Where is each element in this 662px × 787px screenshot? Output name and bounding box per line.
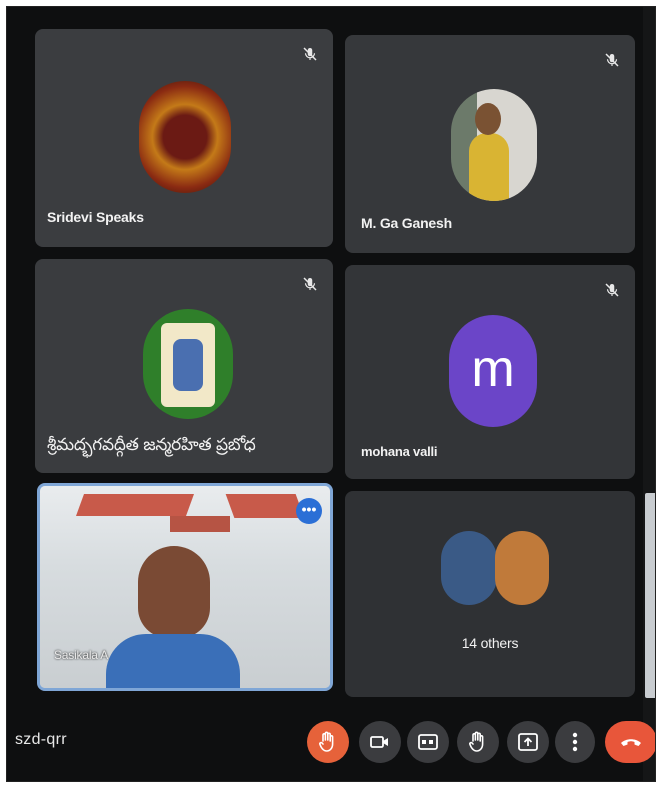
mic-off-icon bbox=[605, 53, 619, 67]
participant-name: mohana valli bbox=[361, 444, 438, 459]
participant-tile-active[interactable]: ••• Sasikala A bbox=[37, 483, 333, 691]
participant-tile[interactable]: Sridevi Speaks bbox=[35, 29, 333, 247]
participant-avatar: m bbox=[449, 315, 537, 427]
participant-tile[interactable]: m mohana valli bbox=[345, 265, 635, 479]
mic-off-icon bbox=[303, 277, 317, 291]
others-tile[interactable]: 14 others bbox=[345, 491, 635, 697]
captions-button[interactable] bbox=[407, 721, 449, 763]
participant-name: Sridevi Speaks bbox=[47, 209, 144, 225]
avatar-initial: m bbox=[471, 340, 515, 398]
participant-avatar bbox=[139, 81, 231, 193]
leave-call-button[interactable] bbox=[605, 721, 655, 763]
hand-icon bbox=[469, 731, 484, 752]
more-options-menu-button[interactable] bbox=[555, 721, 595, 763]
participant-avatar bbox=[451, 89, 537, 201]
present-icon bbox=[518, 733, 538, 751]
others-count: 14 others bbox=[461, 635, 519, 651]
participant-tile[interactable]: M. Ga Ganesh bbox=[345, 35, 635, 253]
hand-icon bbox=[319, 731, 334, 752]
camera-button[interactable] bbox=[359, 721, 401, 763]
present-button[interactable] bbox=[507, 721, 549, 763]
participant-name: శ్రీమద్భగవద్గీత జన్మరహిత ప్రబోధ bbox=[47, 435, 256, 454]
meeting-code: szd-qrr bbox=[15, 731, 67, 748]
raise-hand-button[interactable] bbox=[307, 721, 349, 763]
phone-hangup-icon bbox=[621, 739, 641, 746]
participant-tile[interactable]: శ్రీమద్భగవద్గీత జన్మరహిత ప్రబోధ bbox=[35, 259, 333, 473]
participant-name: Sasikala A bbox=[54, 648, 109, 662]
mic-off-icon bbox=[605, 283, 619, 297]
more-vert-icon bbox=[572, 732, 578, 752]
mic-off-icon bbox=[303, 47, 317, 61]
others-avatars bbox=[441, 531, 561, 611]
cc-icon bbox=[418, 734, 438, 750]
camera-icon bbox=[370, 736, 388, 748]
participant-avatar bbox=[441, 531, 497, 605]
participant-avatar bbox=[143, 309, 233, 419]
participant-avatar bbox=[495, 531, 549, 605]
participant-name: M. Ga Ganesh bbox=[361, 215, 452, 231]
meet-window: Sridevi Speaks M. Ga Ganesh శ్రీమద్భగవద్… bbox=[6, 6, 656, 782]
more-options-button[interactable]: ••• bbox=[296, 498, 322, 524]
adjacent-tile bbox=[645, 493, 655, 698]
adjacent-panel-edge bbox=[643, 7, 655, 781]
raise-hand-toggle[interactable] bbox=[457, 721, 499, 763]
